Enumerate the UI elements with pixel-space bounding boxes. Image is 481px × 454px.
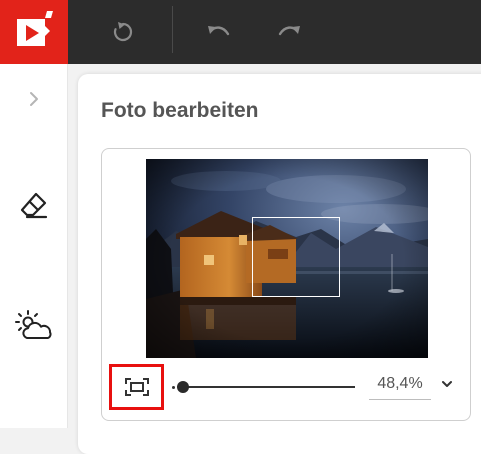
fit-to-frame-button[interactable] — [109, 364, 164, 410]
redo-icon — [278, 26, 300, 36]
zoom-slider-thumb[interactable] — [177, 381, 189, 393]
toolbar-divider — [172, 6, 173, 53]
reset-button[interactable] — [107, 16, 139, 48]
undo-icon — [208, 26, 230, 36]
left-sidebar — [0, 64, 68, 428]
weather-filter-button[interactable] — [10, 302, 58, 350]
redo-button[interactable] — [273, 16, 305, 48]
app-logo[interactable] — [0, 0, 68, 64]
top-toolbar — [0, 0, 481, 64]
eraser-icon — [20, 192, 48, 219]
chevron-right-icon — [30, 92, 38, 106]
zoom-slider[interactable] — [172, 378, 356, 396]
fit-to-frame-icon — [124, 378, 149, 396]
zoom-slider-min-dot — [172, 386, 175, 389]
panel-title: Foto bearbeiten — [101, 99, 259, 122]
video-play-logo-icon — [17, 11, 53, 46]
zoom-value[interactable]: 48,4% — [369, 371, 431, 400]
photo-preview[interactable] — [146, 159, 428, 358]
expand-sidebar-button[interactable] — [10, 75, 58, 123]
photo-editor-card: 48,4% — [101, 148, 471, 421]
zoom-slider-track[interactable] — [182, 386, 355, 388]
eraser-tool-button[interactable] — [10, 181, 58, 229]
weather-sun-cloud-icon — [15, 310, 52, 339]
chevron-down-icon[interactable] — [440, 379, 454, 389]
crop-frame[interactable] — [252, 217, 340, 297]
zoom-level-select[interactable]: 48,4% — [369, 371, 461, 401]
undo-button[interactable] — [203, 16, 235, 48]
rotate-reset-icon — [113, 22, 133, 42]
edit-photo-panel: Foto bearbeiten 48,4% — [78, 74, 481, 454]
